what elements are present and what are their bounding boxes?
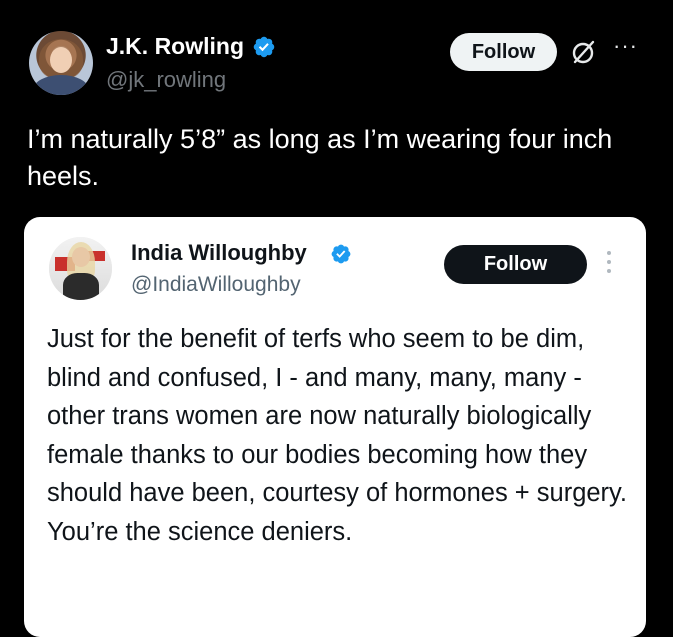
- author-name[interactable]: J.K. Rowling: [106, 33, 244, 60]
- follow-button[interactable]: Follow: [450, 33, 557, 71]
- more-dot: [607, 269, 611, 273]
- quoted-follow-button[interactable]: Follow: [444, 245, 587, 284]
- more-horizontal-icon[interactable]: ···: [613, 35, 638, 57]
- avatar-face: [50, 47, 72, 73]
- more-dot: [607, 251, 611, 255]
- quoted-avatar[interactable]: [49, 237, 112, 300]
- avatar-body: [63, 273, 99, 300]
- quoted-author-name[interactable]: India Willoughby: [131, 240, 307, 266]
- quoted-author-handle[interactable]: @IndiaWilloughby: [131, 273, 301, 297]
- grok-icon[interactable]: [569, 38, 597, 66]
- verified-badge-icon: [331, 244, 351, 264]
- author-handle[interactable]: @jk_rowling: [106, 67, 226, 93]
- verified-badge-icon: [253, 36, 275, 58]
- avatar-shoulders: [33, 75, 89, 95]
- more-dot: [607, 260, 611, 264]
- avatar[interactable]: [29, 31, 93, 95]
- tweet-text: I’m naturally 5’8” as long as I’m wearin…: [27, 124, 613, 191]
- avatar-face: [72, 247, 90, 267]
- quoted-tweet-text: Just for the benefit of terfs who seem t…: [47, 325, 627, 546]
- more-vertical-icon[interactable]: [605, 251, 613, 279]
